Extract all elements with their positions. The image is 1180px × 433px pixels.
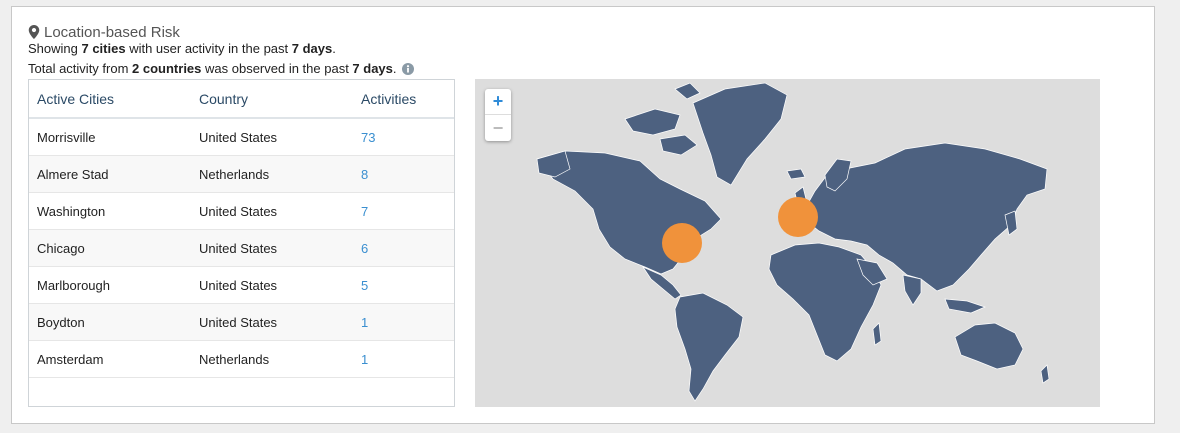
table-row[interactable]: Marlborough United States 5 xyxy=(29,267,454,304)
madagascar xyxy=(872,322,882,346)
table-row[interactable]: Almere Stad Netherlands 8 xyxy=(29,156,454,193)
activities-link[interactable]: 73 xyxy=(361,130,375,145)
activities-link[interactable]: 1 xyxy=(361,352,368,367)
arctic-islands xyxy=(674,82,701,100)
activities-link[interactable]: 1 xyxy=(361,315,368,330)
greenland xyxy=(692,82,788,186)
country-cell: United States xyxy=(199,203,278,219)
country-cell: United States xyxy=(199,240,278,256)
table-row[interactable]: Morrisville United States 73 xyxy=(29,119,454,156)
activities-link[interactable]: 8 xyxy=(361,167,368,182)
city-cell: Almere Stad xyxy=(37,166,109,182)
column-header-activities[interactable]: Activities xyxy=(361,91,416,107)
zoom-control: + − xyxy=(485,89,511,141)
city-cell: Marlborough xyxy=(37,277,110,293)
city-count: 7 cities xyxy=(81,41,126,56)
cities-table: Active Cities Country Activities Morrisv… xyxy=(28,79,455,407)
period: 7 days xyxy=(352,61,393,76)
table-row[interactable]: Washington United States 7 xyxy=(29,193,454,230)
table-row[interactable]: Boydton United States 1 xyxy=(29,304,454,341)
activities-link[interactable]: 6 xyxy=(361,241,368,256)
panel-header: Location-based Risk xyxy=(28,22,180,42)
zoom-out-button[interactable]: − xyxy=(485,115,511,141)
activity-marker-nl[interactable] xyxy=(778,197,818,237)
summary-cities: Showing 7 cities with user activity in t… xyxy=(28,41,336,56)
info-icon[interactable] xyxy=(401,62,414,75)
activities-link[interactable]: 5 xyxy=(361,278,368,293)
world-map-canvas[interactable] xyxy=(475,79,1100,407)
city-cell: Morrisville xyxy=(37,129,96,145)
city-cell: Boydton xyxy=(37,314,85,330)
world-map[interactable]: + − xyxy=(475,79,1100,407)
arctic-islands xyxy=(624,108,681,136)
country-count: 2 countries xyxy=(132,61,202,76)
location-risk-panel: Location-based Risk Showing 7 cities wit… xyxy=(11,6,1155,424)
table-row[interactable]: Amsterdam Netherlands 1 xyxy=(29,341,454,378)
australia xyxy=(954,322,1024,370)
india xyxy=(902,274,922,306)
japan xyxy=(1004,210,1018,236)
country-cell: Netherlands xyxy=(199,166,270,182)
summary-text: Total activity from xyxy=(28,61,133,76)
panel-title: Location-based Risk xyxy=(44,23,180,41)
land-masses xyxy=(536,82,1050,402)
column-header-city[interactable]: Active Cities xyxy=(37,91,114,107)
city-cell: Washington xyxy=(37,203,106,219)
summary-text: . xyxy=(392,61,397,76)
summary-text: with user activity in the past xyxy=(125,41,292,56)
column-header-country[interactable]: Country xyxy=(199,91,248,107)
table-row[interactable]: Chicago United States 6 xyxy=(29,230,454,267)
zoom-in-button[interactable]: + xyxy=(485,89,511,115)
city-cell: Chicago xyxy=(37,240,85,256)
summary-text: . xyxy=(332,41,336,56)
summary-text: was observed in the past xyxy=(201,61,353,76)
city-cell: Amsterdam xyxy=(37,351,104,367)
country-cell: United States xyxy=(199,277,278,293)
map-pin-icon xyxy=(28,25,40,39)
country-cell: United States xyxy=(199,314,278,330)
arctic-islands xyxy=(659,134,698,156)
country-cell: United States xyxy=(199,129,278,145)
summary-text: Showing xyxy=(28,41,82,56)
activities-link[interactable]: 7 xyxy=(361,204,368,219)
country-cell: Netherlands xyxy=(199,351,270,367)
table-header: Active Cities Country Activities xyxy=(29,80,454,119)
iceland xyxy=(786,168,806,180)
indonesia xyxy=(944,298,986,314)
new-zealand xyxy=(1040,364,1050,384)
table-body: Morrisville United States 73 Almere Stad Net… xyxy=(29,119,454,378)
period: 7 days xyxy=(291,41,333,56)
activity-marker-us[interactable] xyxy=(662,223,702,263)
summary-countries: Total activity from 2 countries was obse… xyxy=(28,61,414,76)
south-america xyxy=(674,292,744,402)
